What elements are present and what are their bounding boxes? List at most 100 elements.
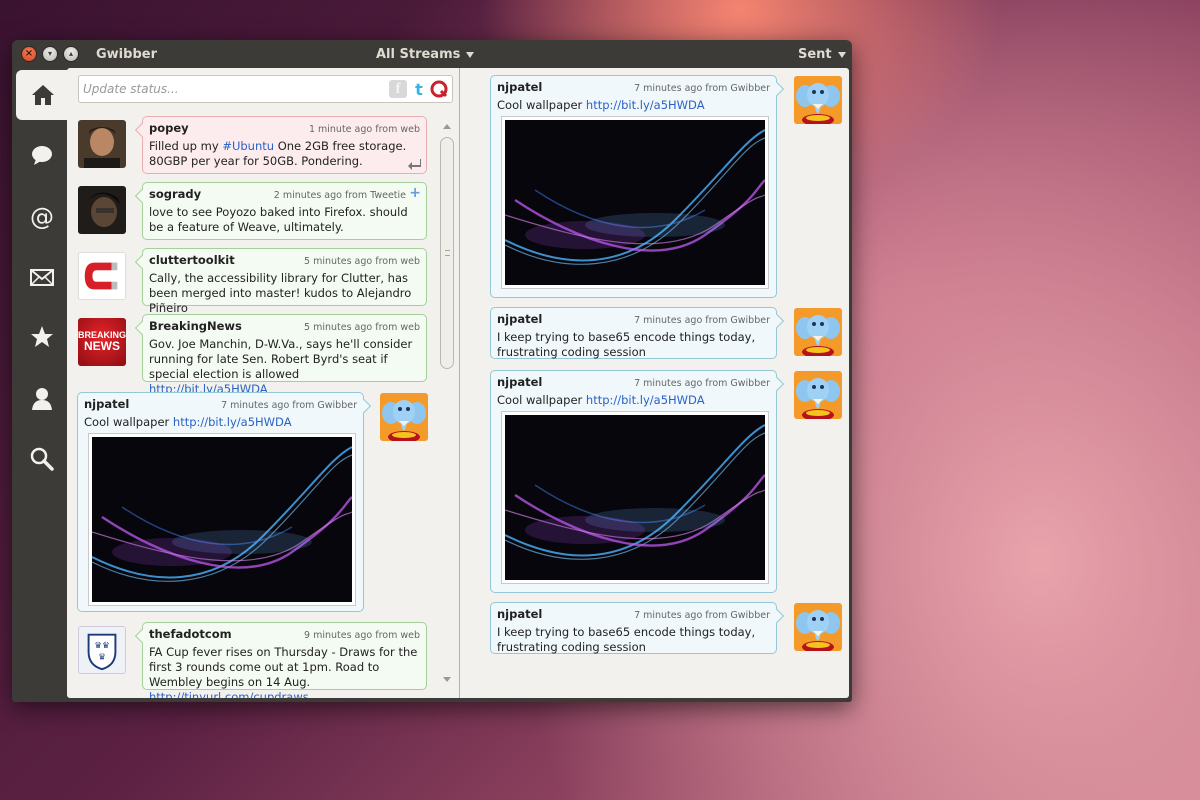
svg-text:♛: ♛ bbox=[98, 653, 106, 663]
sidebar-item-replies[interactable]: @ bbox=[16, 192, 67, 242]
hashtag-link[interactable]: #Ubuntu bbox=[222, 139, 274, 153]
message-time: 7 minutes ago from Gwibber bbox=[634, 378, 770, 389]
stream-selector-label: All Streams bbox=[376, 47, 461, 62]
message-link[interactable]: http://tinyurl.com/cupdraws bbox=[149, 690, 309, 698]
message-time: 7 minutes ago from Gwibber bbox=[634, 610, 770, 621]
message-text: I keep trying to base65 encode things to… bbox=[497, 625, 756, 654]
message-sender[interactable]: cluttertoolkit bbox=[149, 253, 235, 267]
avatar[interactable] bbox=[380, 393, 428, 441]
scroll-thumb[interactable] bbox=[440, 137, 454, 369]
app-title: Gwibber bbox=[96, 47, 157, 62]
message-text: Filled up my #Ubuntu One 2GB free storag… bbox=[149, 139, 407, 168]
avatar[interactable] bbox=[78, 252, 126, 300]
message-sender[interactable]: sogrady bbox=[149, 187, 201, 201]
message-sender[interactable]: popey bbox=[149, 121, 189, 135]
message-text: love to see Poyozo baked into Firefox. s… bbox=[149, 205, 408, 234]
avatar[interactable]: BREAKING NEWS bbox=[78, 318, 126, 366]
identica-icon[interactable] bbox=[430, 80, 448, 98]
twitter-icon[interactable]: t bbox=[410, 80, 428, 99]
message-card[interactable]: njpatel 7 minutes ago from Gwibber Cool w… bbox=[77, 392, 372, 612]
star-icon bbox=[30, 326, 53, 347]
message-link[interactable]: http://bit.ly/a5HWDA bbox=[173, 415, 292, 429]
person-icon bbox=[31, 388, 52, 410]
main-content: f t popey 1 minute ago from web Filled up… bbox=[67, 68, 849, 698]
gwibber-window: × ▾ ▴ Gwibber All Streams Sent @ Update … bbox=[12, 40, 852, 702]
sidebar-item-home[interactable] bbox=[16, 70, 69, 120]
grip-icon bbox=[445, 250, 450, 256]
avatar[interactable] bbox=[794, 603, 842, 651]
message-link[interactable]: http://bit.ly/a5HWDA bbox=[586, 393, 705, 407]
message-card[interactable]: thefadotcom 9 minutes ago from web FA Cup… bbox=[134, 622, 427, 698]
sidebar-item-favorites[interactable] bbox=[16, 312, 67, 362]
message-text: Cally, the accessibility library for Clu… bbox=[149, 271, 412, 315]
breaking-news-logo: BREAKING NEWS bbox=[78, 330, 126, 353]
avatar[interactable] bbox=[78, 120, 126, 168]
message-card[interactable]: njpatel 7 minutes ago from Gwibber I keep… bbox=[490, 602, 785, 654]
status-input[interactable] bbox=[83, 80, 383, 98]
message-sender[interactable]: njpatel bbox=[497, 312, 542, 326]
scroll-down-arrow-icon[interactable] bbox=[443, 677, 451, 682]
title-bar[interactable]: × ▾ ▴ Gwibber All Streams Sent bbox=[12, 40, 852, 68]
message-text: I keep trying to base65 encode things to… bbox=[497, 330, 756, 359]
message-time: 1 minute ago from web bbox=[308, 124, 420, 135]
avatar[interactable] bbox=[794, 371, 842, 419]
avatar[interactable] bbox=[794, 308, 842, 356]
message-time: 7 minutes ago from Gwibber bbox=[634, 83, 770, 94]
sent-stream-pane: njpatel 7 minutes ago from Gwibber Cool w… bbox=[460, 68, 849, 698]
message-text: Cool wallpaper http://bit.ly/a5HWDA bbox=[84, 415, 292, 429]
message-card[interactable]: popey 1 minute ago from web Filled up my … bbox=[134, 116, 427, 174]
chevron-down-icon bbox=[837, 51, 846, 58]
message-time: 5 minutes ago from web bbox=[304, 256, 420, 267]
message-time: 9 minutes ago from web bbox=[304, 630, 420, 641]
reply-icon[interactable] bbox=[408, 158, 422, 170]
scroll-up-arrow-icon[interactable] bbox=[443, 124, 451, 129]
sidebar: @ bbox=[16, 68, 69, 698]
maximize-icon: ▴ bbox=[68, 49, 73, 58]
image-thumbnail[interactable] bbox=[88, 433, 356, 606]
message-time: 7 minutes ago from Gwibber bbox=[634, 315, 770, 326]
facebook-icon[interactable]: f bbox=[389, 80, 407, 98]
message-sender[interactable]: njpatel bbox=[497, 375, 542, 389]
sidebar-item-messages[interactable] bbox=[16, 130, 67, 180]
sent-selector[interactable]: Sent bbox=[798, 47, 846, 62]
speech-bubble-icon bbox=[31, 146, 52, 165]
message-time: 2 minutes ago from Tweetie bbox=[273, 190, 406, 201]
avatar[interactable] bbox=[78, 186, 126, 234]
message-time: 5 minutes ago from web bbox=[304, 322, 420, 333]
scrollbar[interactable] bbox=[440, 124, 454, 686]
compose-box: f t bbox=[78, 75, 453, 103]
image-thumbnail[interactable] bbox=[501, 411, 769, 584]
chevron-down-icon bbox=[466, 51, 475, 58]
home-stream-pane: f t popey 1 minute ago from web Filled up… bbox=[67, 68, 459, 698]
message-link[interactable]: http://bit.ly/a5HWDA bbox=[586, 98, 705, 112]
message-text: FA Cup fever rises on Thursday - Draws f… bbox=[149, 645, 420, 698]
sidebar-item-search[interactable] bbox=[16, 434, 67, 484]
message-card[interactable]: cluttertoolkit 5 minutes ago from web Cal… bbox=[134, 248, 427, 315]
message-sender[interactable]: njpatel bbox=[84, 397, 129, 411]
avatar[interactable] bbox=[794, 76, 842, 124]
at-icon: @ bbox=[30, 204, 54, 230]
image-thumbnail[interactable] bbox=[501, 116, 769, 289]
minimize-button[interactable]: ▾ bbox=[42, 46, 58, 62]
message-sender[interactable]: njpatel bbox=[497, 607, 542, 621]
message-sender[interactable]: njpatel bbox=[497, 80, 542, 94]
message-card[interactable]: sogrady 2 minutes ago from Tweetie love t… bbox=[134, 182, 427, 240]
message-card[interactable]: njpatel 7 minutes ago from Gwibber I keep… bbox=[490, 307, 785, 359]
plus-icon[interactable]: + bbox=[409, 185, 421, 201]
sidebar-item-private[interactable] bbox=[16, 252, 67, 302]
avatar[interactable]: ♛♛ ♛ bbox=[78, 626, 126, 674]
message-sender[interactable]: thefadotcom bbox=[149, 627, 232, 641]
message-text: Cool wallpaper http://bit.ly/a5HWDA bbox=[497, 393, 705, 407]
message-card[interactable]: njpatel 7 minutes ago from Gwibber Cool w… bbox=[490, 75, 785, 298]
message-sender[interactable]: BreakingNews bbox=[149, 319, 242, 333]
home-icon bbox=[31, 85, 54, 105]
message-card[interactable]: BreakingNews 5 minutes ago from web Gov. … bbox=[134, 314, 427, 396]
maximize-button[interactable]: ▴ bbox=[63, 46, 79, 62]
message-card[interactable]: njpatel 7 minutes ago from Gwibber Cool w… bbox=[490, 370, 785, 593]
message-text: Cool wallpaper http://bit.ly/a5HWDA bbox=[497, 98, 705, 112]
envelope-icon bbox=[29, 269, 54, 286]
minimize-icon: ▾ bbox=[47, 49, 52, 58]
stream-selector[interactable]: All Streams bbox=[376, 47, 475, 62]
sidebar-item-user[interactable] bbox=[16, 374, 67, 424]
close-button[interactable]: × bbox=[21, 46, 37, 62]
